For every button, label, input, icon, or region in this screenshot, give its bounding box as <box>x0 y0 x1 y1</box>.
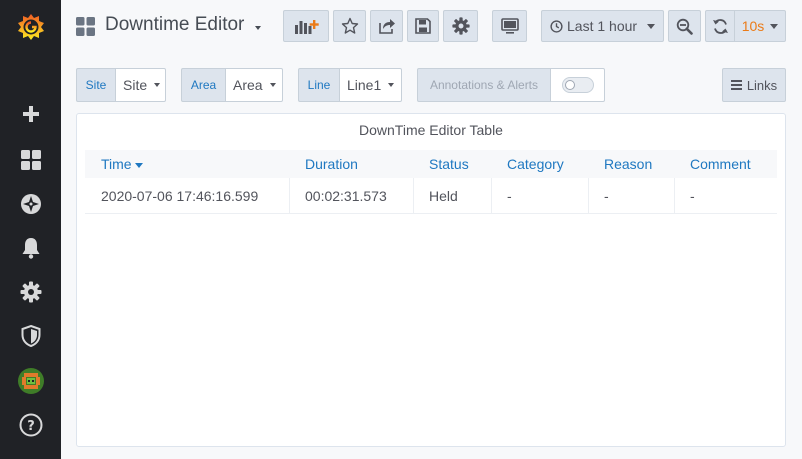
settings-button[interactable] <box>443 10 478 42</box>
plus-icon[interactable] <box>0 103 61 125</box>
links-label: Links <box>746 77 778 93</box>
variable-site-label: Site <box>76 68 115 102</box>
zoom-out-icon <box>676 18 693 35</box>
monitor-icon <box>500 18 519 34</box>
variable-line-label: Line <box>298 68 339 102</box>
downtime-table: Time Duration Status Category Reason Com… <box>85 150 777 214</box>
save-button[interactable] <box>407 10 439 42</box>
cycle-view-mode-button[interactable] <box>492 10 527 42</box>
column-header-duration[interactable]: Duration <box>305 150 358 178</box>
cell-reason: - <box>604 188 609 204</box>
table-panel: DownTime Editor Table Time Duration Stat… <box>76 113 786 447</box>
column-header-reason[interactable]: Reason <box>604 150 652 178</box>
help-icon[interactable]: ? <box>0 413 61 437</box>
add-panel-icon <box>295 20 319 34</box>
cell-divider <box>491 178 492 214</box>
time-range-label: Last 1 hour <box>567 18 638 34</box>
zoom-out-button[interactable] <box>668 10 701 42</box>
table-row[interactable]: 2020-07-06 17:46:16.599 00:02:31.573 Hel… <box>85 178 777 214</box>
variable-site-value: Site <box>123 77 148 93</box>
annotations-alerts-toggle-container <box>550 68 605 102</box>
column-header-time[interactable]: Time <box>101 150 143 178</box>
dashboard-grid-icon <box>76 17 95 41</box>
share-button[interactable] <box>370 10 403 42</box>
cell-time: 2020-07-06 17:46:16.599 <box>101 188 259 204</box>
title-chevron-down-icon[interactable] <box>255 26 261 30</box>
add-panel-button[interactable] <box>283 10 329 42</box>
time-range-picker[interactable]: Last 1 hour <box>541 10 664 42</box>
column-header-category[interactable]: Category <box>507 150 564 178</box>
save-icon <box>415 18 431 34</box>
time-range-chevron-down-icon <box>647 23 656 29</box>
dashboards-icon[interactable] <box>0 149 61 171</box>
variable-line-select[interactable]: Line1 <box>339 68 402 102</box>
variable-line-chevron-down-icon <box>388 83 395 87</box>
refresh-icon <box>712 18 728 34</box>
annotations-alerts-toggle[interactable] <box>561 77 594 93</box>
table-header: Time Duration Status Category Reason Com… <box>85 150 777 178</box>
variable-line-value: Line1 <box>347 77 382 93</box>
cell-comment: - <box>690 188 695 204</box>
cell-status: Held <box>429 188 458 204</box>
sidebar: ? <box>0 0 61 459</box>
toggle-knob <box>564 80 575 90</box>
cell-divider <box>413 178 414 214</box>
star-icon <box>341 17 358 34</box>
share-icon <box>378 19 395 34</box>
star-button[interactable] <box>333 10 366 42</box>
column-header-comment[interactable]: Comment <box>690 150 751 178</box>
svg-text:?: ? <box>27 419 35 434</box>
cell-divider <box>674 178 675 214</box>
clock-icon <box>550 19 563 33</box>
variable-area-value: Area <box>233 77 263 93</box>
bell-alerting-icon[interactable] <box>0 237 61 259</box>
variable-area-select[interactable]: Area <box>225 68 283 102</box>
variable-site-chevron-down-icon <box>154 83 161 87</box>
page-title[interactable]: Downtime Editor <box>105 14 244 36</box>
refresh-interval-chevron-down-icon <box>770 23 779 29</box>
explore-compass-icon[interactable] <box>0 193 61 215</box>
variable-area-label: Area <box>181 68 225 102</box>
variable-area-chevron-down-icon <box>269 83 276 87</box>
refresh-button[interactable] <box>705 10 735 42</box>
gear-icon <box>451 17 470 35</box>
dashboard-links-button[interactable]: Links <box>722 68 786 102</box>
variable-site-select[interactable]: Site <box>115 68 166 102</box>
cell-divider <box>588 178 589 214</box>
panel-title[interactable]: DownTime Editor Table <box>77 122 785 138</box>
annotations-alerts-label: Annotations & Alerts <box>417 68 550 102</box>
column-header-status[interactable]: Status <box>429 150 469 178</box>
refresh-interval-value: 10s <box>741 18 765 34</box>
cell-category: - <box>507 188 512 204</box>
cell-divider <box>289 178 290 214</box>
sort-desc-icon <box>134 162 143 168</box>
shield-admin-icon[interactable] <box>0 324 61 348</box>
cell-duration: 00:02:31.573 <box>305 188 387 204</box>
refresh-interval-picker[interactable]: 10s <box>734 10 786 42</box>
grafana-logo-icon[interactable] <box>0 10 61 44</box>
bars-menu-icon <box>730 80 742 90</box>
user-avatar[interactable] <box>0 368 61 394</box>
gear-configuration-icon[interactable] <box>0 281 61 303</box>
column-header-time-label: Time <box>101 156 132 172</box>
